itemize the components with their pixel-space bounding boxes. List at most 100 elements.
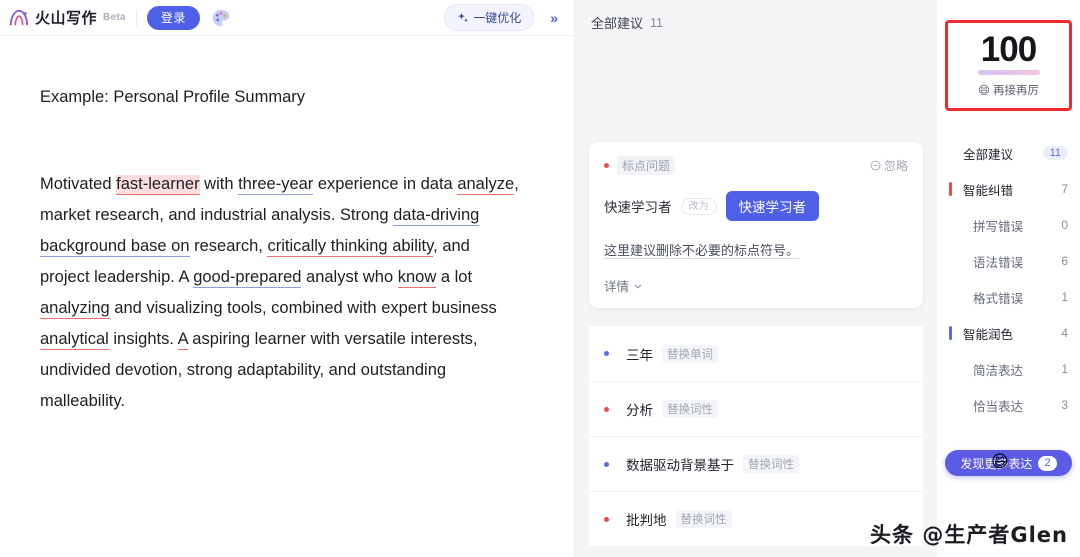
apply-replacement-button[interactable]: 快速学习者 bbox=[725, 191, 819, 221]
volcano-logo-icon bbox=[9, 9, 29, 25]
error-underline[interactable]: analyze bbox=[457, 175, 515, 195]
expand-panel-button[interactable]: » bbox=[544, 8, 564, 28]
plain-text: and visualizing tools, combined with exp… bbox=[109, 299, 497, 317]
emoji-grin-overlay-icon: 😄 bbox=[991, 452, 1009, 471]
category-label: 智能润色 bbox=[963, 327, 1014, 342]
category-count: 3 bbox=[1061, 398, 1068, 412]
suggestion-card-header: 标点问题 忽略 bbox=[604, 156, 908, 175]
emoji-grin-icon: 😄 bbox=[978, 85, 990, 97]
score-caption: 😄 再接再厉 bbox=[948, 82, 1069, 98]
category-label: 恰当表达 bbox=[973, 399, 1024, 414]
plain-text: experience in data bbox=[313, 175, 458, 193]
mini-suggestion-word: 三年 bbox=[626, 347, 653, 363]
category-item-语法错误[interactable]: 语法错误 6 bbox=[937, 243, 1080, 279]
mini-suggestion-list: 三年 替换单词 分析 替换词性 数据驱动背景基于 替换词性 批判地 替换词性 bbox=[575, 326, 937, 546]
one-click-optimize-button[interactable]: 一键优化 bbox=[444, 4, 535, 31]
editor-toolbar: 火山写作 Beta 登录 一键优化 » bbox=[0, 0, 574, 36]
error-underline[interactable]: A bbox=[177, 330, 188, 350]
category-marker bbox=[949, 326, 952, 340]
category-count: 1 bbox=[1061, 290, 1068, 304]
chevron-down-icon bbox=[634, 283, 642, 288]
category-list: 全部建议 11 智能纠错 7 拼写错误 0 语法错误 6 格式错误 1 智能润色 4 简洁表达 1 恰当表达… bbox=[937, 135, 1080, 423]
ignore-button[interactable]: 忽略 bbox=[870, 157, 908, 174]
category-label: 全部建议 bbox=[963, 147, 1014, 162]
score-card: 100 😄 再接再厉 bbox=[945, 20, 1072, 111]
login-button[interactable]: 登录 bbox=[146, 5, 200, 30]
category-item-格式错误[interactable]: 格式错误 1 bbox=[937, 279, 1080, 315]
category-label: 语法错误 bbox=[973, 255, 1024, 270]
document-title: Example: Personal Profile Summary bbox=[40, 88, 306, 106]
score-underline-decoration bbox=[977, 70, 1040, 75]
score-value: 100 bbox=[980, 30, 1037, 69]
mini-suggestion-row[interactable]: 分析 替换词性 bbox=[589, 381, 923, 436]
replacement-row: 快速学习者 改为 快速学习者 bbox=[604, 191, 908, 221]
severity-dot-icon bbox=[604, 163, 609, 168]
replace-arrow-label: 改为 bbox=[680, 197, 717, 215]
suggestion-list-header: 全部建议 11 bbox=[575, 0, 937, 32]
details-label: 详情 bbox=[604, 280, 630, 294]
brand-name: 火山写作 bbox=[35, 10, 98, 27]
severity-dot-icon bbox=[604, 461, 609, 467]
mini-suggestion-row[interactable]: 数据驱动背景基于 替换词性 bbox=[589, 436, 923, 491]
ignore-label: 忽略 bbox=[883, 159, 908, 173]
suggestion-card-tag: 标点问题 bbox=[617, 156, 676, 175]
mini-suggestion-word: 批判地 bbox=[626, 513, 667, 528]
beta-badge: Beta bbox=[103, 12, 126, 23]
score-sidebar: 100 😄 再接再厉 全部建议 11 智能纠错 7 拼写错误 0 语法错误 6 格式错误 1 智能润… bbox=[937, 0, 1080, 557]
error-underline[interactable]: critically thinking ability bbox=[267, 237, 434, 257]
category-item-智能润色[interactable]: 智能润色 4 bbox=[937, 315, 1080, 351]
document-body[interactable]: Example: Personal Profile Summary Motiva… bbox=[0, 36, 574, 417]
severity-dot-icon bbox=[604, 406, 609, 412]
category-label: 简洁表达 bbox=[973, 363, 1024, 378]
category-item-拼写错误[interactable]: 拼写错误 0 bbox=[937, 207, 1080, 243]
suggestion-description: 这里建议删除不必要的标点符号。 bbox=[604, 243, 800, 258]
original-word: 快速学习者 bbox=[604, 200, 672, 215]
error-underline[interactable]: analytical bbox=[40, 330, 109, 350]
plain-text: analyst who bbox=[301, 268, 398, 286]
mini-suggestion-word: 数据驱动背景基于 bbox=[626, 458, 734, 473]
category-item-简洁表达[interactable]: 简洁表达 1 bbox=[937, 351, 1080, 387]
watermark: 头条 @生产者Glen bbox=[870, 523, 1068, 547]
editor-pane: 火山写作 Beta 登录 一键优化 » Example: Personal Pr… bbox=[0, 0, 575, 557]
error-highlight[interactable]: fast-learner bbox=[116, 175, 200, 195]
polish-underline[interactable]: three-year bbox=[238, 175, 314, 195]
mini-suggestion-tag: 替换单词 bbox=[662, 344, 718, 363]
category-item-智能纠错[interactable]: 智能纠错 7 bbox=[937, 171, 1080, 207]
suggestion-list-pane: 全部建议 11 标点问题 忽略 快速学习者 改为 快速学习者 这里建议删除不必要… bbox=[575, 0, 937, 557]
plain-text: insights. bbox=[108, 330, 178, 348]
plain-text: with bbox=[199, 175, 239, 193]
score-caption-text: 再接再厉 bbox=[993, 85, 1039, 97]
category-count: 11 bbox=[1042, 146, 1068, 160]
app-root: 火山写作 Beta 登录 一键优化 » Example: Personal Pr… bbox=[0, 0, 1080, 557]
mini-suggestion-tag: 替换词性 bbox=[662, 400, 718, 418]
error-underline[interactable]: know bbox=[397, 268, 437, 288]
mini-suggestion-word: 分析 bbox=[626, 403, 653, 418]
mini-suggestion-tag: 替换词性 bbox=[675, 510, 732, 528]
palette-icon[interactable] bbox=[210, 7, 232, 29]
mini-suggestion-tag: 替换词性 bbox=[743, 455, 799, 473]
plain-text: a lot bbox=[436, 268, 473, 286]
category-label: 拼写错误 bbox=[973, 219, 1024, 234]
category-marker bbox=[949, 182, 952, 196]
discover-count-badge: 2 bbox=[1038, 455, 1057, 471]
category-label: 格式错误 bbox=[973, 291, 1024, 306]
suggestion-list-count: 11 bbox=[650, 15, 663, 30]
severity-dot-icon bbox=[604, 516, 609, 522]
document-paragraph: Motivated fast-learner with three-year e… bbox=[40, 169, 520, 417]
category-label: 智能纠错 bbox=[963, 183, 1014, 198]
suggestion-card[interactable]: 标点问题 忽略 快速学习者 改为 快速学习者 这里建议删除不必要的标点符号。 详… bbox=[589, 142, 923, 308]
category-item-恰当表达[interactable]: 恰当表达 3 bbox=[937, 387, 1080, 423]
category-count: 1 bbox=[1061, 362, 1068, 376]
suggestion-list-title: 全部建议 bbox=[591, 16, 644, 31]
plain-text: research, bbox=[189, 237, 268, 255]
optimize-label: 一键优化 bbox=[473, 11, 522, 25]
category-count: 0 bbox=[1061, 218, 1068, 232]
polish-underline[interactable]: good-prepared bbox=[193, 268, 302, 288]
severity-dot-icon bbox=[604, 351, 609, 356]
suggestion-details-toggle[interactable]: 详情 bbox=[604, 276, 908, 295]
category-count: 4 bbox=[1061, 326, 1068, 340]
mini-suggestion-row[interactable]: 三年 替换单词 bbox=[589, 326, 923, 381]
error-underline[interactable]: analyzing bbox=[40, 299, 110, 319]
plain-text: Motivated bbox=[40, 175, 117, 193]
category-item-全部建议[interactable]: 全部建议 11 bbox=[937, 135, 1080, 171]
